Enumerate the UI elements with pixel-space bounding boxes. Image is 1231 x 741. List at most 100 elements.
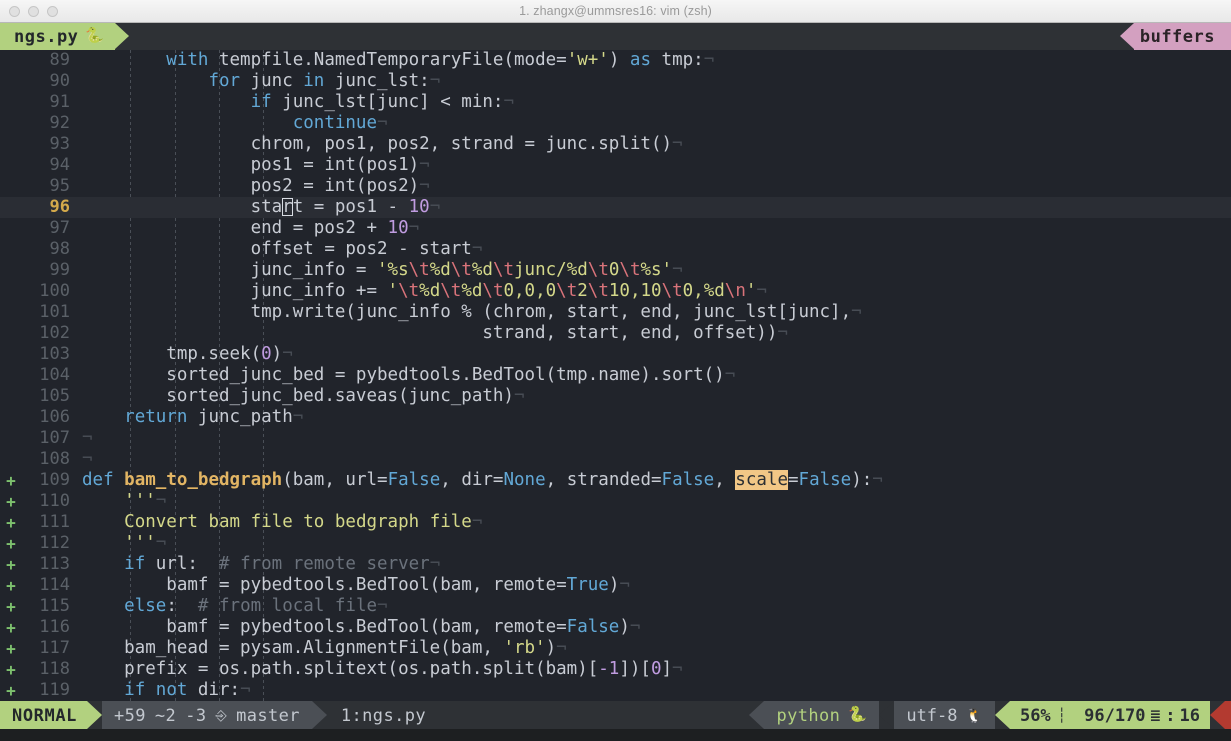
code-line[interactable]: 107 ¬	[0, 428, 1231, 449]
code-token: def	[82, 470, 114, 490]
code-line[interactable]: 94 pos1 = int(pos1)¬	[0, 155, 1231, 176]
code-line[interactable]: +110 '''¬	[0, 491, 1231, 512]
gutter-blank	[0, 239, 22, 260]
code-line[interactable]: 95 pos2 = int(pos2)¬	[0, 176, 1231, 197]
code-line[interactable]: 102 strand, start, end, offset))¬	[0, 323, 1231, 344]
code-token: ¬	[282, 344, 293, 364]
code-line[interactable]: 96 start = pos1 - 10¬	[0, 197, 1231, 218]
code-line[interactable]: +112 '''¬	[0, 533, 1231, 554]
code-token: ¬	[429, 554, 441, 574]
line-source: bamf = pybedtools.BedTool(bam, remote=Tr…	[82, 575, 1231, 596]
line-number: 118	[39, 659, 70, 679]
code-line[interactable]: 89 with tempfile.NamedTemporaryFile(mode…	[0, 50, 1231, 71]
code-token: if	[124, 554, 146, 574]
code-token: ¬	[672, 659, 683, 679]
code-token: \t	[492, 260, 515, 280]
tab-label: ngs.py	[14, 26, 79, 47]
line-number: 93	[49, 134, 70, 154]
terminal-bottom-padding	[0, 729, 1231, 741]
code-line[interactable]: 108 ¬	[0, 449, 1231, 470]
code-token: tmp.seek(	[82, 344, 262, 364]
line-source: if junc_lst[junc] < min:¬	[82, 92, 1231, 113]
line-number: 119	[39, 680, 70, 700]
statusline-end-arrow-icon	[1210, 701, 1225, 729]
code-token: ¬	[419, 155, 430, 175]
code-line[interactable]: 91 if junc_lst[junc] < min:¬	[0, 92, 1231, 113]
code-line[interactable]: 105 sorted_junc_bed.saveas(junc_path)¬	[0, 386, 1231, 407]
code-token: %d	[419, 281, 441, 301]
code-line[interactable]: 92 continue¬	[0, 113, 1231, 134]
code-token: chrom, pos1, pos2, strand = junc.split()	[82, 134, 673, 154]
code-token: \t	[408, 260, 430, 280]
code-token: ¬	[429, 71, 441, 91]
code-token: )	[608, 575, 620, 595]
column-label: 16	[1179, 705, 1200, 726]
code-line[interactable]: 104 sorted_junc_bed = pybedtools.BedTool…	[0, 365, 1231, 386]
code-line[interactable]: +115 else: # from local file¬	[0, 596, 1231, 617]
code-token: )	[271, 344, 283, 364]
line-source: strand, start, end, offset))¬	[82, 323, 1231, 344]
line-source: def bam_to_bedgraph(bam, url=False, dir=…	[82, 470, 1231, 491]
code-line[interactable]: 106 return junc_path¬	[0, 407, 1231, 428]
close-window-icon[interactable]	[9, 5, 20, 17]
line-number: 116	[39, 617, 70, 637]
gutter-blank	[0, 428, 22, 449]
code-line[interactable]: 101 tmp.write(junc_info % (chrom, start,…	[0, 302, 1231, 323]
code-token: 'w+'	[566, 50, 609, 70]
code-token: 2	[577, 281, 588, 301]
code-token: ¬	[724, 365, 736, 385]
code-line[interactable]: 98 offset = pos2 - start¬	[0, 239, 1231, 260]
code-token: not	[155, 680, 188, 700]
git-added-sign-icon: +	[6, 555, 16, 574]
code-line[interactable]: +118 prefix = os.path.splitext(os.path.s…	[0, 659, 1231, 680]
mode-arrow-icon	[87, 701, 103, 729]
code-line[interactable]: +116 bamf = pybedtools.BedTool(bam, remo…	[0, 617, 1231, 638]
code-token: \t	[398, 281, 420, 301]
code-token: '	[387, 281, 399, 301]
line-number: 113	[39, 554, 70, 574]
zoom-window-icon[interactable]	[47, 5, 58, 17]
code-token: =	[787, 470, 799, 490]
code-line[interactable]: 97 end = pos2 + 10¬	[0, 218, 1231, 239]
buffers-label[interactable]: buffers	[1133, 23, 1231, 50]
code-line[interactable]: 103 tmp.seek(0)¬	[0, 344, 1231, 365]
code-editor-area[interactable]: 89 with tempfile.NamedTemporaryFile(mode…	[0, 50, 1231, 701]
line-number: 100	[39, 281, 70, 301]
code-line[interactable]: +119 if not dir:¬	[0, 680, 1231, 701]
code-token: 0	[608, 260, 620, 280]
git-added-sign-icon: +	[6, 639, 16, 658]
code-line[interactable]: +111 Convert bam file to bedgraph file¬	[0, 512, 1231, 533]
code-line[interactable]: 100 junc_info += '\t%d\t%d\t0,0,0\t2\t10…	[0, 281, 1231, 302]
minimize-window-icon[interactable]	[28, 5, 39, 17]
code-token: tempfile.NamedTemporaryFile(mode=	[208, 50, 567, 70]
line-source: '''¬	[82, 491, 1231, 512]
code-line[interactable]: +113 if url: # from remote server¬	[0, 554, 1231, 575]
code-token: , stranded=	[545, 470, 662, 490]
gutter-blank	[0, 302, 22, 323]
code-token: continue	[292, 113, 378, 133]
line-number: 90	[49, 71, 70, 91]
code-line[interactable]: 90 for junc in junc_lst:¬	[0, 71, 1231, 92]
git-added-sign-icon: +	[6, 534, 16, 553]
code-token: \t	[587, 281, 609, 301]
code-token: None	[503, 470, 546, 490]
code-token: (bam, url=	[282, 470, 388, 490]
code-token: sorted_junc_bed.saveas(junc_path)	[82, 386, 514, 406]
filetype-label: python	[776, 705, 841, 726]
buffer-indicator[interactable]: 1:ngs.py	[326, 701, 440, 730]
code-line[interactable]: +117 bam_head = pysam.AlignmentFile(bam,…	[0, 638, 1231, 659]
code-line[interactable]: 93 chrom, pos1, pos2, strand = junc.spli…	[0, 134, 1231, 155]
code-token: junc	[240, 71, 304, 91]
tab-ngs-py[interactable]: ngs.py 🐍	[0, 23, 115, 50]
line-number: 89	[49, 50, 70, 70]
tabline-filler	[129, 23, 1120, 50]
code-line[interactable]: +109 def bam_to_bedgraph(bam, url=False, …	[0, 470, 1231, 491]
code-token: as	[629, 50, 651, 70]
code-token: ,	[714, 470, 736, 490]
python-icon: 🐍	[848, 705, 868, 723]
code-token: \n	[724, 281, 746, 301]
code-line[interactable]: +114 bamf = pybedtools.BedTool(bam, remo…	[0, 575, 1231, 596]
code-line[interactable]: 99 junc_info = '%s\t%d\t%d\tjunc/%d\t0\t…	[0, 260, 1231, 281]
git-status-segment[interactable]: +59 ~2 -3 ⎆ master	[102, 701, 312, 730]
